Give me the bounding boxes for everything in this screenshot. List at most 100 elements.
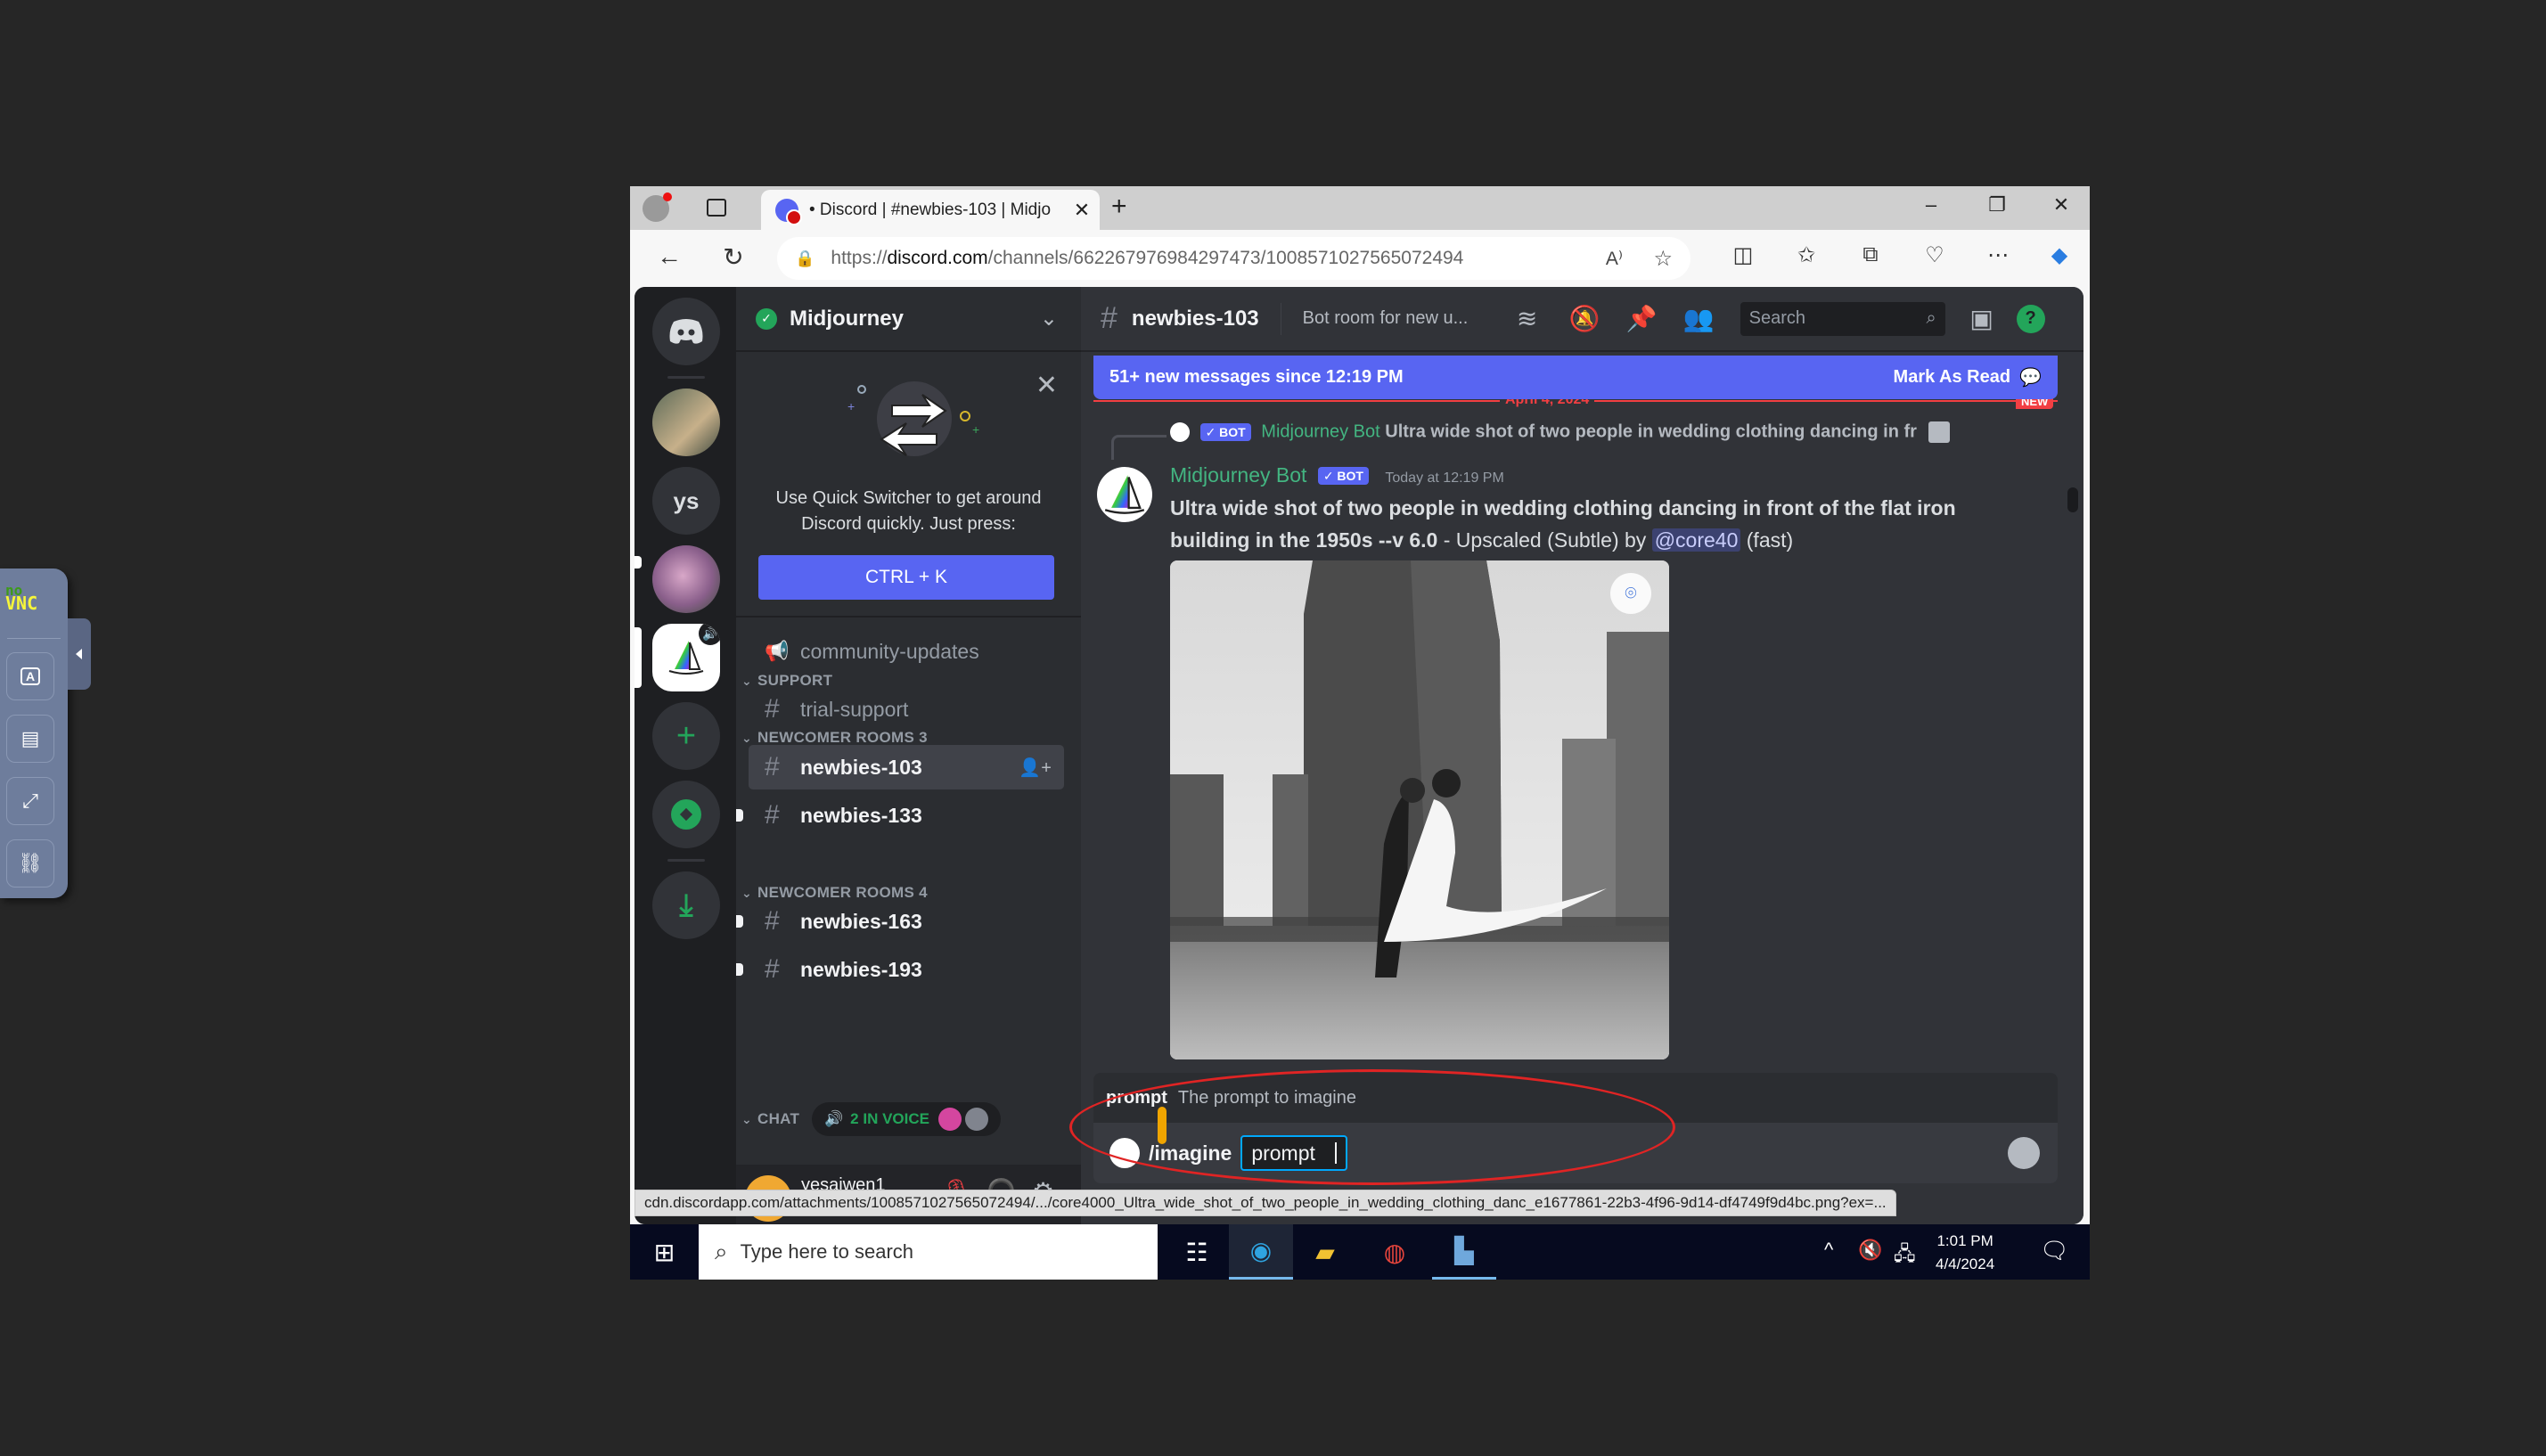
unread-indicator	[736, 963, 743, 976]
copilot-icon[interactable]: ◆	[2042, 242, 2077, 268]
notifications-icon[interactable]: 🗨	[2040, 1237, 2069, 1264]
channel-topic[interactable]: Bot room for new u...	[1303, 308, 1486, 329]
close-window-button[interactable]: ✕	[2043, 193, 2079, 217]
taskbar-edge[interactable]: ◉	[1229, 1224, 1293, 1280]
verified-badge-icon: ✓	[756, 307, 777, 330]
unread-indicator	[736, 809, 743, 822]
channel-newbies-163[interactable]: # newbies-163	[736, 899, 1064, 944]
discord-home-button[interactable]	[652, 298, 720, 365]
tray-overflow-icon[interactable]: ^	[1824, 1239, 1833, 1262]
disconnect-button[interactable]: ⛓	[6, 839, 54, 888]
server-flowers-icon[interactable]	[652, 545, 720, 613]
split-screen-icon[interactable]: ◫	[1725, 242, 1761, 268]
keyboard-button[interactable]: A	[6, 652, 54, 700]
taskbar-clock[interactable]: 1:01 PM 4/4/2024	[1936, 1230, 1994, 1276]
category-newcomer-rooms-3[interactable]: ⌄ NEWCOMER ROOMS 3	[741, 729, 928, 747]
taskbar-chrome[interactable]: ◍	[1363, 1224, 1427, 1280]
channel-newbies-193[interactable]: # newbies-193	[736, 947, 1064, 992]
message-timestamp: Today at 12:19 PM	[1385, 470, 1504, 486]
novnc-separator	[7, 638, 61, 639]
novnc-logo-bottom: VNC	[5, 593, 38, 614]
explore-servers-button[interactable]	[652, 781, 720, 848]
chat-scrollbar[interactable]	[2064, 403, 2080, 1142]
chat-area: # newbies-103 Bot room for new u... ≋ 🔕 …	[1069, 287, 2083, 1224]
user-mention[interactable]: @core40	[1651, 528, 1741, 552]
inbox-icon[interactable]: ▣	[1967, 304, 1997, 333]
help-icon[interactable]: ?	[2016, 304, 2045, 333]
taskbar-file-explorer[interactable]: ▰	[1293, 1224, 1357, 1280]
clipboard-button[interactable]: ▤	[6, 715, 54, 763]
mark-as-read-button[interactable]: Mark As Read	[1894, 367, 2011, 388]
pin-icon[interactable]: 📌	[1626, 304, 1658, 333]
message-author[interactable]: Midjourney Bot	[1170, 463, 1306, 487]
new-tab-button[interactable]: +	[1111, 192, 1127, 222]
message-mode: (fast)	[1740, 528, 1794, 552]
clock-date: 4/4/2024	[1936, 1256, 1995, 1272]
quick-switcher-shortcut-button[interactable]: CTRL + K	[758, 555, 1054, 600]
download-apps-button[interactable]: ⤓	[652, 871, 720, 939]
announcement-icon: 📢	[765, 640, 790, 662]
restore-button[interactable]: ❐	[1979, 193, 2015, 217]
threads-icon[interactable]: ≋	[1512, 304, 1543, 333]
generated-image[interactable]: ⌾	[1170, 560, 1669, 1059]
browser-window: • Discord | #newbies-103 | Midjo ✕ + – ❐…	[630, 186, 2090, 1280]
server-photo-icon[interactable]	[652, 389, 720, 456]
text-caret	[1334, 1142, 1337, 1164]
emoji-picker-icon[interactable]	[2008, 1137, 2040, 1169]
close-tab-icon[interactable]: ✕	[1069, 199, 1094, 222]
scroll-thumb[interactable]	[2067, 487, 2078, 512]
channel-trial-support[interactable]: # trial-support	[749, 687, 1064, 732]
invite-user-icon[interactable]: 👤+	[1019, 757, 1052, 779]
reply-connector	[1111, 435, 1167, 460]
message-avatar[interactable]	[1097, 467, 1152, 522]
category-chat[interactable]: ⌄ CHAT	[741, 1110, 799, 1128]
profile-avatar-icon[interactable]	[643, 192, 672, 222]
novnc-panel-handle[interactable]	[68, 618, 91, 690]
guild-header[interactable]: ✓ Midjourney ⌄	[736, 287, 1081, 352]
server-midjourney[interactable]: 🔊	[652, 624, 720, 691]
new-messages-bar[interactable]: 51+ new messages since 12:19 PM Mark As …	[1093, 356, 2058, 399]
tab-actions-icon[interactable]	[707, 199, 726, 217]
voice-activity-pill[interactable]: 🔊 2 IN VOICE	[812, 1102, 1001, 1136]
channel-newbies-103[interactable]: # newbies-103 👤+	[749, 745, 1064, 789]
channel-community-updates[interactable]: 📢 community-updates	[749, 629, 1064, 674]
start-button[interactable]: ⊞	[630, 1224, 699, 1280]
minimize-button[interactable]: –	[1913, 193, 1949, 217]
reply-preview[interactable]: ✓ BOT Midjourney Bot Ultra wide shot of …	[1170, 421, 1951, 443]
read-aloud-icon[interactable]: A⁾	[1606, 248, 1623, 270]
reply-author: Midjourney Bot	[1261, 421, 1380, 442]
back-icon[interactable]: ←	[651, 242, 687, 271]
category-label: CHAT	[757, 1110, 800, 1127]
prompt-option-input[interactable]: prompt	[1240, 1135, 1347, 1171]
taskbar-search-placeholder: Type here to search	[740, 1240, 914, 1263]
browser-essentials-icon[interactable]: ♡	[1917, 242, 1952, 268]
network-icon[interactable]: 🖧	[1894, 1239, 1916, 1272]
volume-muted-icon[interactable]: 🔇	[1858, 1239, 1882, 1262]
message-content: Ultra wide shot of two people in wedding…	[1170, 492, 1972, 556]
mute-notifications-icon[interactable]: 🔕	[1569, 304, 1600, 333]
visual-search-button[interactable]: ⌾	[1610, 573, 1651, 614]
bot-tag: ✓ BOT	[1317, 467, 1369, 486]
server-ys-label: ys	[673, 487, 700, 514]
refresh-icon[interactable]: ↻	[716, 242, 751, 272]
taskbar-search[interactable]: ⌕ Type here to search	[699, 1224, 1158, 1280]
compass-icon	[671, 799, 701, 830]
address-bar[interactable]: 🔒 https://discord.com/channels/662267976…	[777, 237, 1691, 280]
add-server-button[interactable]: +	[652, 702, 720, 770]
taskbar-app[interactable]: ▙	[1432, 1224, 1496, 1280]
member-list-icon[interactable]: 👥	[1683, 304, 1715, 333]
close-tip-icon[interactable]: ✕	[1036, 370, 1058, 401]
server-ys[interactable]: ys	[652, 467, 720, 535]
search-input[interactable]: Search ⌕	[1740, 301, 1945, 336]
url-path: /channels/662267976984297473/10085710275…	[987, 248, 1464, 268]
favorite-star-icon[interactable]: ☆	[1653, 246, 1673, 272]
favorites-icon[interactable]: ✩	[1789, 242, 1824, 268]
channel-newbies-133[interactable]: # newbies-133	[736, 793, 1064, 838]
message-composer[interactable]: /imagine prompt	[1093, 1123, 2058, 1183]
collections-icon[interactable]: ⧉	[1853, 242, 1888, 267]
category-label: NEWCOMER ROOMS 3	[757, 729, 928, 746]
browser-tab-discord[interactable]: • Discord | #newbies-103 | Midjo ✕	[761, 190, 1100, 230]
fullscreen-button[interactable]: ⤢	[6, 777, 54, 825]
more-menu-icon[interactable]: ⋯	[1980, 242, 2016, 268]
task-view-button[interactable]: ☷	[1165, 1224, 1229, 1280]
